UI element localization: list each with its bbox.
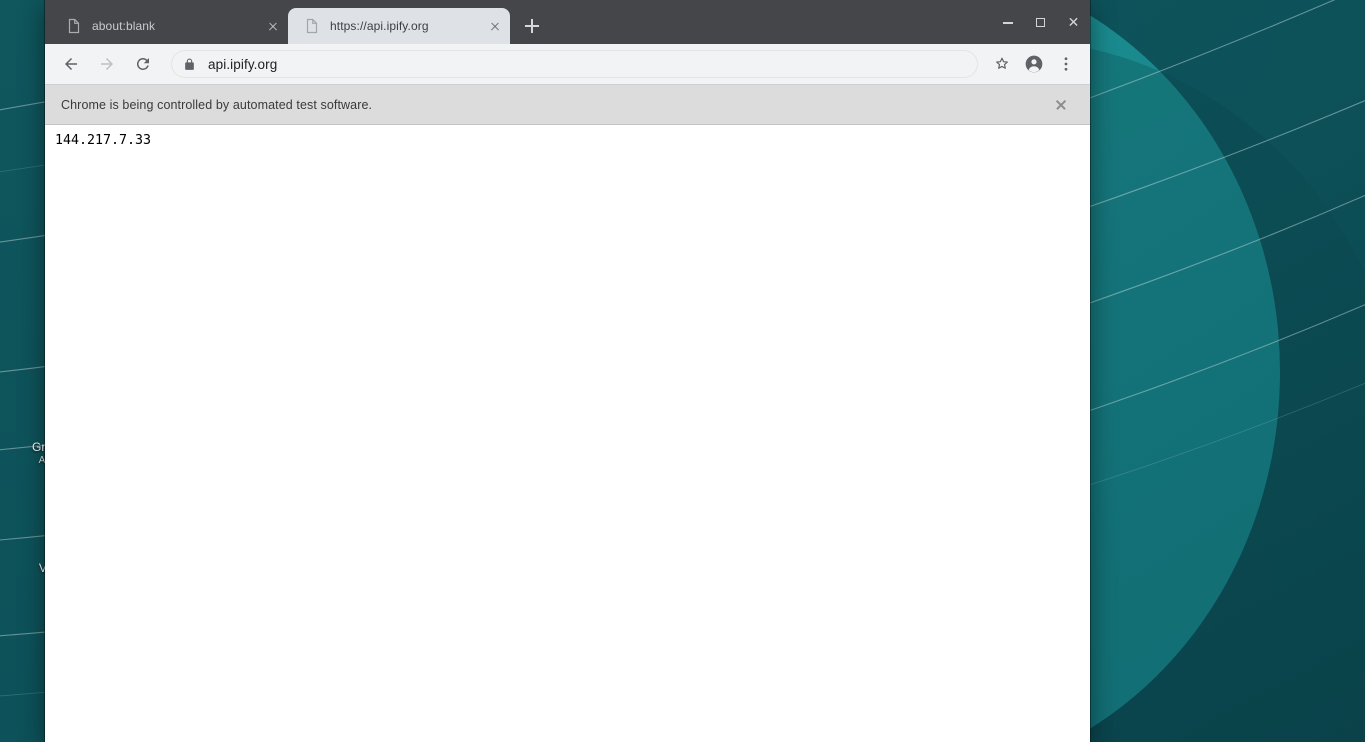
- reload-icon: [136, 57, 149, 70]
- page-favicon-icon: [306, 18, 318, 34]
- lock-icon: [185, 58, 194, 70]
- bookmark-star-button[interactable]: [988, 50, 1016, 78]
- address-bar-url[interactable]: api.ipify.org: [208, 57, 277, 72]
- maximize-window-button[interactable]: [1024, 0, 1057, 44]
- page-viewport: 144.217.7.33: [45, 125, 1090, 742]
- window-controls: ✕: [991, 0, 1090, 44]
- address-bar[interactable]: api.ipify.org: [171, 50, 978, 78]
- minimize-window-button[interactable]: [991, 0, 1024, 44]
- chrome-menu-button[interactable]: [1052, 50, 1080, 78]
- tab-strip: about:blank https://api.ipify.org ✕: [45, 0, 1090, 44]
- infobar-close-icon[interactable]: [1048, 92, 1074, 118]
- browser-toolbar: api.ipify.org: [45, 44, 1090, 85]
- automation-infobar: Chrome is being controlled by automated …: [45, 85, 1090, 125]
- new-tab-button[interactable]: [518, 12, 546, 40]
- browser-window: about:blank https://api.ipify.org ✕ api.…: [45, 0, 1090, 742]
- arrow-left-icon: [65, 58, 77, 70]
- forward-button: [93, 50, 121, 78]
- tab-title: https://api.ipify.org: [330, 19, 429, 33]
- tab-api-ipify[interactable]: https://api.ipify.org: [288, 8, 510, 44]
- tab-close-icon[interactable]: [486, 17, 504, 35]
- close-icon: ✕: [1067, 14, 1080, 30]
- desktop: F Gra A Vu P about:blank: [0, 0, 1365, 742]
- tab-about-blank[interactable]: about:blank: [50, 8, 288, 44]
- tab-close-icon[interactable]: [264, 17, 282, 35]
- back-button[interactable]: [57, 50, 85, 78]
- profile-button[interactable]: [1020, 50, 1048, 78]
- page-content: 144.217.7.33: [45, 125, 1090, 149]
- star-icon: [996, 57, 1008, 69]
- ip-address-text: 144.217.7.33: [55, 133, 152, 148]
- tab-title: about:blank: [92, 19, 156, 33]
- reload-button[interactable]: [129, 50, 157, 78]
- automation-infobar-message: Chrome is being controlled by automated …: [61, 97, 373, 112]
- page-favicon-icon: [68, 18, 80, 34]
- arrow-right-icon: [101, 58, 113, 70]
- close-window-button[interactable]: ✕: [1057, 0, 1090, 44]
- account-circle-icon: [1025, 55, 1043, 73]
- three-dots-vertical-icon: [1064, 57, 1068, 71]
